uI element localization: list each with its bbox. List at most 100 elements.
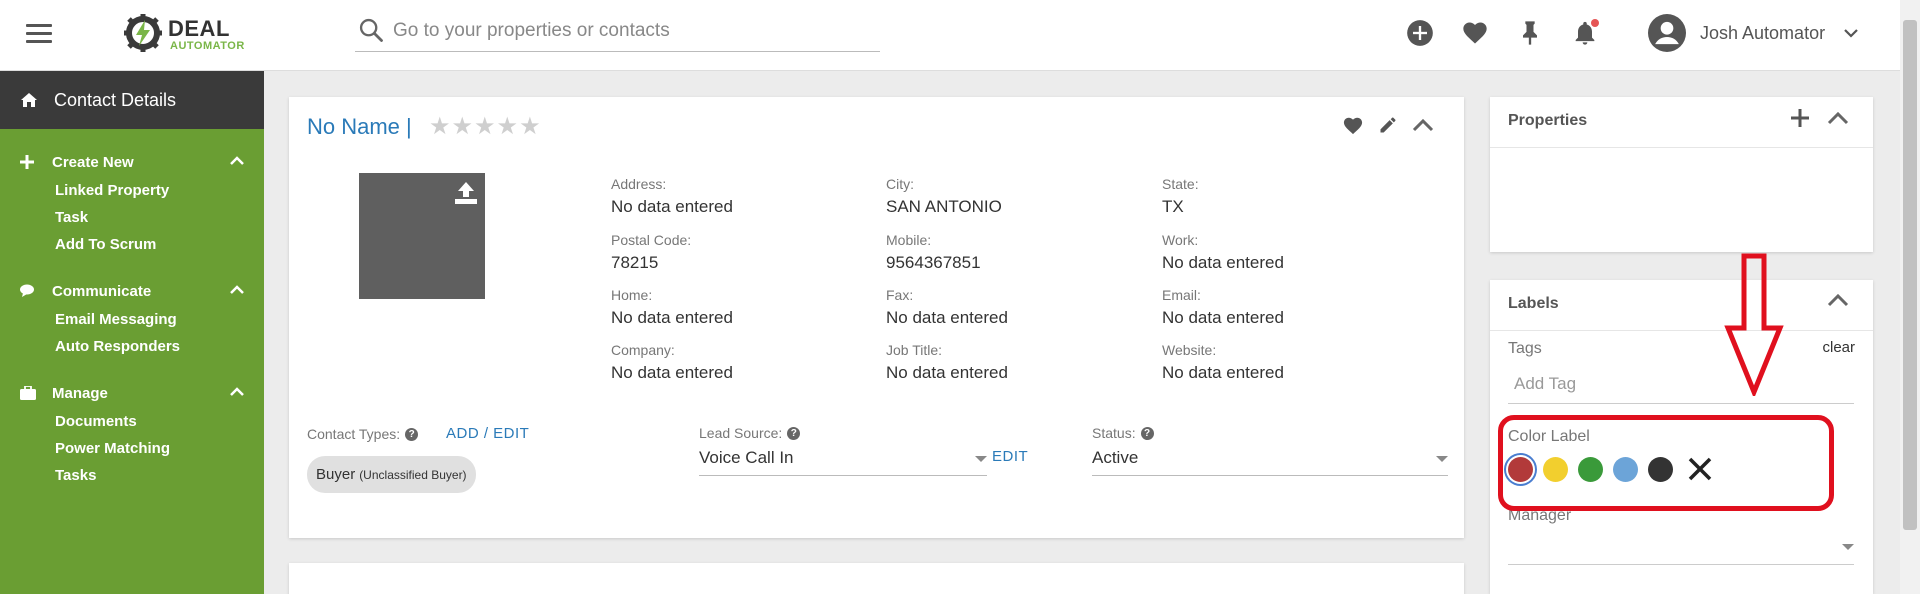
pin-icon[interactable] (1516, 19, 1544, 47)
lead-source-select[interactable]: Voice Call In (699, 444, 987, 476)
labels-tools (1827, 292, 1849, 308)
bell-icon[interactable] (1571, 19, 1599, 47)
field-label: Company: (611, 342, 675, 358)
status-text: Status: (1092, 425, 1136, 441)
field-value: No data entered (1162, 253, 1284, 272)
logo[interactable]: DEAL AUTOMATOR (122, 12, 262, 56)
field-email: Email: No data entered (1162, 287, 1284, 328)
menu-icon[interactable] (26, 24, 52, 44)
lead-source-edit-link[interactable]: EDIT (992, 448, 1028, 465)
add-plus-icon[interactable] (1791, 109, 1809, 127)
contact-name[interactable]: No Name | (307, 114, 412, 140)
star-icon[interactable]: ★ (429, 115, 451, 139)
properties-tools (1791, 109, 1849, 127)
search-input[interactable] (393, 16, 873, 46)
annotation-highlight-box (1498, 415, 1834, 511)
contact-types-text: Contact Types: (307, 426, 401, 442)
help-icon[interactable]: ? (405, 427, 419, 441)
star-icon[interactable]: ★ (474, 115, 496, 139)
lead-source-text: Lead Source: (699, 425, 783, 441)
user-menu[interactable]: Josh Automator (1648, 13, 1859, 53)
field-value: No data entered (611, 363, 733, 382)
field-work: Work: No data entered (1162, 232, 1284, 273)
field-value: No data entered (1162, 308, 1284, 327)
sidebar-item-task[interactable]: Task (0, 204, 264, 231)
search-bar (355, 14, 880, 52)
divider (1490, 147, 1873, 148)
section-toggle-communicate[interactable]: Communicate (0, 280, 264, 302)
notification-dot (1591, 19, 1599, 27)
help-icon[interactable]: ? (787, 426, 801, 440)
dropdown-caret-icon (1436, 456, 1448, 462)
sidebar-item-tasks[interactable]: Tasks (0, 462, 264, 489)
field-state: State: TX (1162, 176, 1199, 217)
clear-tags-link[interactable]: clear (1822, 339, 1855, 356)
lead-source-value: Voice Call In (699, 448, 794, 467)
collapse-chevron-icon[interactable] (1412, 117, 1434, 133)
avatar-icon (1648, 14, 1686, 52)
status-select[interactable]: Active (1092, 444, 1448, 476)
contact-photo[interactable] (359, 173, 485, 299)
field-value: No data entered (886, 308, 1008, 327)
add-tag-input[interactable] (1508, 364, 1854, 404)
star-icon[interactable]: ★ (497, 115, 519, 139)
chevron-down-icon (1844, 29, 1858, 38)
plus-icon (20, 155, 36, 169)
user-name: Josh Automator (1700, 22, 1826, 43)
field-value: No data entered (1162, 363, 1284, 382)
labels-title: Labels (1508, 295, 1559, 312)
contact-type-chip[interactable]: Buyer (Unclassified Buyer) (307, 456, 476, 493)
card-actions (1342, 115, 1434, 135)
logo-word: DEAL (168, 16, 230, 41)
field-label: Work: (1162, 232, 1199, 248)
field-address: Address: No data entered (611, 176, 733, 217)
field-label: Home: (611, 287, 653, 303)
section-title: Manage (52, 384, 108, 402)
contact-card: No Name | ★ ★ ★ ★ ★ Address: No data ent… (289, 97, 1464, 538)
field-label: Email: (1162, 287, 1201, 303)
help-icon[interactable]: ? (1140, 426, 1154, 440)
properties-card: Properties (1490, 97, 1873, 252)
chevron-up-icon (230, 285, 244, 294)
sidebar: Contact Details Create New Linked Proper… (0, 71, 264, 594)
field-value: No data entered (886, 363, 1008, 382)
collapse-chevron-icon[interactable] (1827, 110, 1849, 126)
star-rating[interactable]: ★ ★ ★ ★ ★ (429, 115, 541, 139)
sidebar-item-auto-responders[interactable]: Auto Responders (0, 333, 264, 360)
scrollbar-thumb[interactable] (1903, 20, 1917, 530)
sidebar-item-power-matching[interactable]: Power Matching (0, 435, 264, 462)
divider (1490, 330, 1873, 331)
field-value: No data entered (611, 308, 733, 327)
upload-icon[interactable] (453, 181, 479, 205)
sidebar-item-email-messaging[interactable]: Email Messaging (0, 306, 264, 333)
sidebar-section-communicate: Communicate Email Messaging Auto Respond… (0, 280, 264, 360)
favorite-heart-icon[interactable] (1342, 115, 1364, 135)
heart-icon[interactable] (1461, 19, 1489, 47)
sidebar-item-add-to-scrum[interactable]: Add To Scrum (0, 231, 264, 258)
chevron-up-icon (230, 387, 244, 396)
section-toggle-create-new[interactable]: Create New (0, 151, 264, 173)
home-icon (21, 93, 37, 107)
field-value: 78215 (611, 253, 659, 272)
star-icon[interactable]: ★ (452, 115, 474, 139)
top-bar: DEAL AUTOMATOR Josh Automator (0, 0, 1900, 71)
field-city: City: SAN ANTONIO (886, 176, 1002, 217)
section-toggle-manage[interactable]: Manage (0, 382, 264, 404)
field-fax: Fax: No data entered (886, 287, 1008, 328)
field-label: State: (1162, 176, 1199, 192)
status-label: Status: ? (1092, 425, 1154, 441)
add-circle-icon[interactable] (1406, 19, 1434, 47)
sidebar-item-linked-property[interactable]: Linked Property (0, 177, 264, 204)
briefcase-icon (20, 386, 36, 400)
star-icon[interactable]: ★ (519, 115, 541, 139)
edit-pencil-icon[interactable] (1378, 115, 1398, 135)
sidebar-item-documents[interactable]: Documents (0, 408, 264, 435)
tags-label: Tags (1508, 340, 1542, 357)
field-home: Home: No data entered (611, 287, 733, 328)
lead-source-label: Lead Source: ? (699, 425, 801, 441)
collapse-chevron-icon[interactable] (1827, 292, 1849, 308)
field-label: Website: (1162, 342, 1217, 358)
manager-select[interactable] (1508, 530, 1854, 565)
search-icon (359, 18, 383, 42)
add-edit-contact-types-link[interactable]: ADD / EDIT (446, 425, 529, 442)
